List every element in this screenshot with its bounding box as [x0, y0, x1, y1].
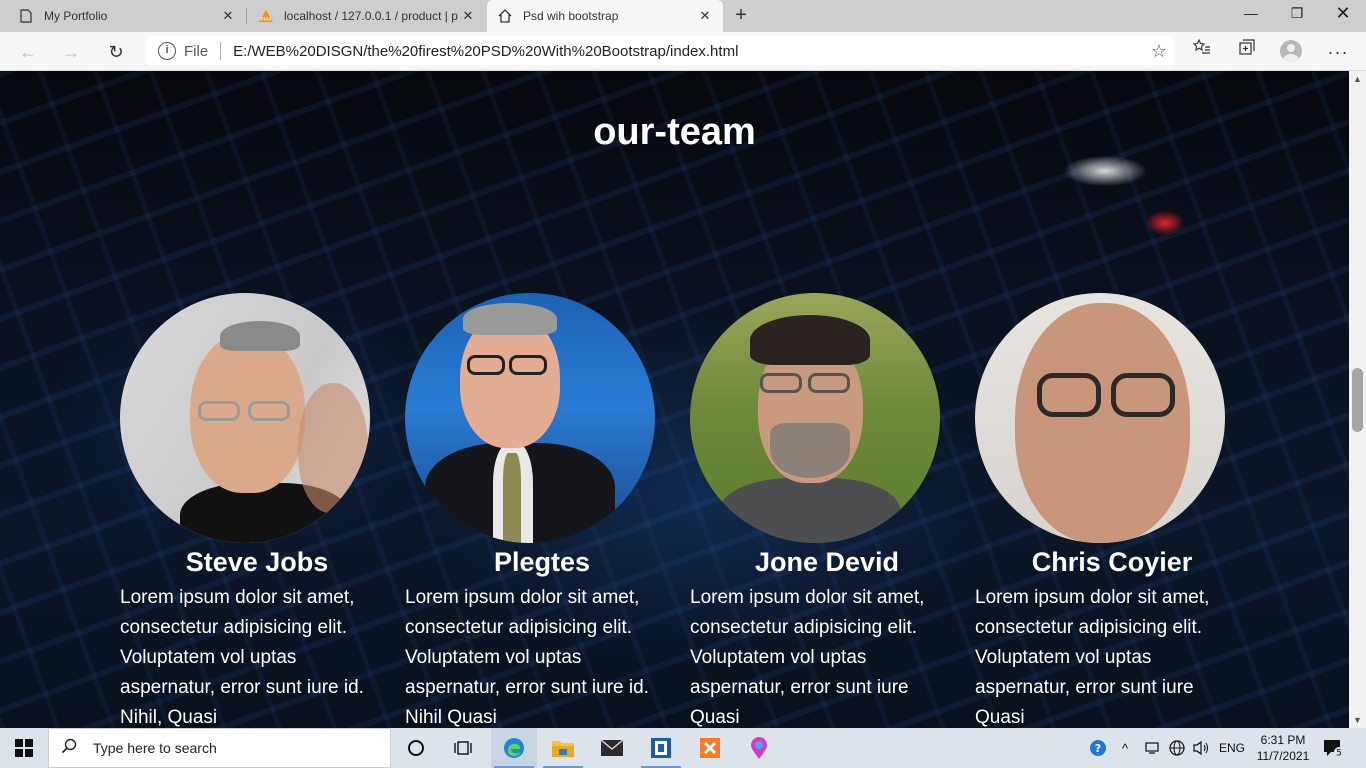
- globe-icon[interactable]: [1168, 728, 1186, 768]
- member-name: Plegtes: [493, 547, 591, 577]
- browser-tab-strip: My Portfolio ✕ PMA localhost / 127.0.0.1…: [0, 0, 1366, 32]
- scrollbar-thumb[interactable]: [1352, 368, 1363, 432]
- cortana-icon[interactable]: [393, 728, 439, 768]
- back-button[interactable]: ←: [14, 38, 42, 66]
- scheme-label: File: [184, 42, 209, 60]
- collections-icon[interactable]: [1233, 38, 1261, 66]
- home-icon: [497, 8, 513, 24]
- address-divider: [220, 42, 222, 60]
- member-photo: [120, 293, 370, 543]
- system-clock[interactable]: 6:31 PM 11/7/2021: [1250, 732, 1316, 764]
- tab-title: localhost / 127.0.0.1 / product | p: [284, 9, 458, 23]
- volume-icon[interactable]: [1192, 728, 1210, 768]
- clock-date: 11/7/2021: [1256, 749, 1310, 763]
- team-member-card: Jone Devid Lorem ipsum dolor sit amet, c…: [690, 293, 940, 728]
- notification-count: 5: [1336, 749, 1342, 759]
- search-icon: [61, 738, 83, 759]
- close-icon[interactable]: ✕: [697, 8, 713, 24]
- url-text[interactable]: E:/WEB%20DISGN/the%20firest%20PSD%20With…: [233, 43, 1144, 60]
- close-icon[interactable]: ✕: [460, 8, 476, 24]
- profile-avatar-icon[interactable]: [1280, 40, 1302, 62]
- page-viewport: our-team Steve Jobs Lorem ipsum dolor si…: [0, 71, 1349, 728]
- member-name: Chris Coyier: [1031, 547, 1193, 577]
- member-photo: [975, 293, 1225, 543]
- vertical-scrollbar[interactable]: ▲ ▼: [1349, 71, 1366, 728]
- member-bio: Lorem ipsum dolor sit amet, consectetur …: [975, 587, 1210, 728]
- windows-taskbar: Type here to search ? ^ ENG 6:31 PM 11/7…: [0, 728, 1366, 768]
- address-bar[interactable]: i File E:/WEB%20DISGN/the%20firest%20PSD…: [146, 36, 1174, 66]
- xampp-icon[interactable]: [687, 728, 733, 768]
- close-window-button[interactable]: ✕: [1320, 0, 1366, 30]
- scroll-down-icon[interactable]: ▼: [1353, 715, 1362, 725]
- star-icon[interactable]: ☆: [1144, 41, 1174, 62]
- tab-separator: [246, 8, 247, 24]
- page-icon: [18, 8, 34, 24]
- language-indicator[interactable]: ENG: [1219, 728, 1245, 768]
- xampp-control-icon[interactable]: [638, 728, 684, 768]
- member-bio: Lorem ipsum dolor sit amet, consectetur …: [405, 587, 649, 728]
- svg-text:PMA: PMA: [261, 17, 272, 23]
- tab-psd-bootstrap[interactable]: Psd wih bootstrap ✕: [487, 0, 723, 32]
- member-name: Jone Devid: [754, 547, 900, 577]
- taskbar-search-box[interactable]: Type here to search: [48, 728, 391, 768]
- search-placeholder: Type here to search: [93, 740, 217, 756]
- tab-title: My Portfolio: [44, 9, 108, 23]
- scroll-up-icon[interactable]: ▲: [1353, 74, 1362, 84]
- minimize-button[interactable]: —: [1228, 0, 1274, 30]
- more-options-icon[interactable]: ···: [1324, 38, 1352, 66]
- tab-phpmyadmin[interactable]: PMA localhost / 127.0.0.1 / product | p …: [248, 0, 486, 32]
- phpmyadmin-icon: PMA: [258, 8, 274, 24]
- close-icon[interactable]: ✕: [220, 8, 236, 24]
- team-member-card: Plegtes Lorem ipsum dolor sit amet, cons…: [405, 293, 655, 728]
- member-photo: [690, 293, 940, 543]
- forward-button[interactable]: →: [57, 38, 85, 66]
- task-view-icon[interactable]: [440, 728, 486, 768]
- favorites-icon[interactable]: [1188, 38, 1216, 66]
- file-explorer-icon[interactable]: [540, 728, 586, 768]
- mail-icon[interactable]: [589, 728, 635, 768]
- svg-text:?: ?: [1095, 742, 1101, 755]
- restore-button[interactable]: ❐: [1274, 0, 1320, 30]
- help-icon[interactable]: ?: [1089, 728, 1107, 768]
- member-photo: [405, 293, 655, 543]
- team-member-card: Steve Jobs Lorem ipsum dolor sit amet, c…: [120, 293, 370, 728]
- info-icon[interactable]: i: [158, 42, 176, 60]
- member-name: Steve Jobs: [185, 547, 329, 577]
- start-button[interactable]: [0, 728, 48, 768]
- section-title: our-team: [593, 111, 756, 153]
- network-device-icon[interactable]: [1143, 728, 1161, 768]
- new-tab-button[interactable]: +: [728, 4, 754, 28]
- action-center-icon[interactable]: 5: [1322, 728, 1344, 768]
- maps-pin-icon[interactable]: [736, 728, 782, 768]
- chevron-up-icon[interactable]: ^: [1122, 728, 1128, 768]
- clock-time: 6:31 PM: [1260, 733, 1306, 747]
- tab-my-portfolio[interactable]: My Portfolio ✕: [8, 0, 246, 32]
- windows-logo-icon: [15, 739, 33, 757]
- browser-toolbar: ← → ↻ i File E:/WEB%20DISGN/the%20firest…: [0, 32, 1366, 71]
- team-member-card: Chris Coyier Lorem ipsum dolor sit amet,…: [975, 293, 1225, 728]
- member-bio: Lorem ipsum dolor sit amet, consectetur …: [120, 587, 364, 728]
- refresh-button[interactable]: ↻: [102, 38, 130, 66]
- tab-title: Psd wih bootstrap: [523, 9, 619, 23]
- edge-browser-icon[interactable]: [491, 728, 537, 768]
- member-bio: Lorem ipsum dolor sit amet, consectetur …: [690, 587, 925, 728]
